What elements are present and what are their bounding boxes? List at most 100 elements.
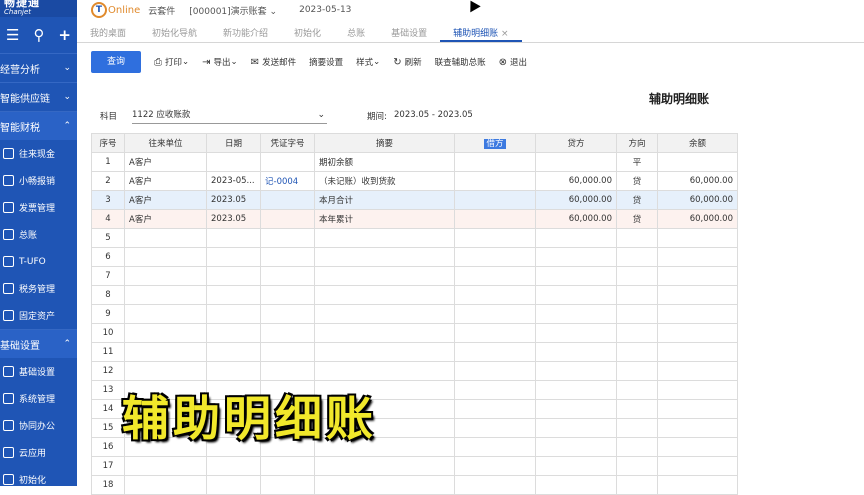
summary-settings-button[interactable]: 摘要设置 — [309, 56, 343, 68]
table-row[interactable]: 18 — [91, 475, 738, 495]
table-cell — [535, 399, 617, 419]
table-cell — [535, 342, 617, 362]
table-cell — [454, 456, 536, 476]
sidebar-item-setup[interactable]: 基础设置 — [0, 358, 77, 385]
table-cell — [657, 399, 738, 419]
sidebar-group-finance[interactable]: 智能财税 ⌃ — [0, 111, 77, 140]
sidebar-item-finance[interactable]: 发票管理 — [0, 194, 77, 221]
sidebar-group-setup[interactable]: 基础设置 ⌃ — [0, 329, 77, 358]
table-cell — [535, 247, 617, 267]
logo-cn: 畅捷通 — [4, 0, 40, 9]
query-button[interactable]: 查询 — [91, 51, 141, 73]
table-cell: 3 — [91, 190, 125, 210]
table-cell — [454, 437, 536, 457]
account-select[interactable]: [000001]演示账套 ⌄ — [189, 4, 277, 17]
column-header[interactable]: 序号 — [91, 133, 125, 153]
close-icon[interactable]: × — [498, 29, 509, 39]
table-row[interactable]: 9 — [91, 304, 738, 324]
chevron-down-icon: ⌄ — [317, 110, 325, 120]
tab-item[interactable]: 新功能介绍 — [210, 26, 281, 42]
table-row[interactable]: 12 — [91, 361, 738, 381]
menu-icon[interactable]: ☰ — [6, 26, 19, 44]
sidebar-item-finance[interactable]: 往来现金 — [0, 140, 77, 167]
sidebar-item-label: 税务管理 — [19, 285, 56, 295]
table-row[interactable]: 2 A客户 2023-05... 记-0004 （未记账）收到货款 60,000.00 贷 6… — [91, 171, 738, 191]
tab-item[interactable]: 初始化 — [281, 26, 334, 42]
table-row[interactable]: 7 — [91, 266, 738, 286]
table-cell: A客户 — [124, 209, 207, 229]
sidebar-item-setup[interactable]: 初始化 — [0, 466, 77, 486]
table-cell — [124, 456, 207, 476]
table-cell — [657, 285, 738, 305]
refresh-icon: ↻ — [393, 56, 402, 68]
table-row[interactable]: 4 A客户 2023.05 本年累计 60,000.00 贷 60,000.00 — [91, 209, 738, 229]
link-summary-button[interactable]: 联查辅助总账 — [435, 56, 486, 68]
column-header[interactable]: 方向 — [616, 133, 658, 153]
table-cell: 14 — [91, 399, 125, 419]
group-label: 基础设置 — [0, 340, 40, 352]
tab-item[interactable]: 辅助明细账 × — [440, 26, 522, 42]
column-header[interactable]: 借方 — [454, 133, 536, 153]
table-cell: 贷 — [616, 171, 658, 191]
print-button[interactable]: ⎙ 打印 ⌄ — [154, 56, 189, 69]
table-cell — [454, 152, 536, 172]
sidebar-group-analysis[interactable]: 经营分析 ⌄ — [0, 53, 77, 82]
table-cell: A客户 — [124, 171, 207, 191]
table-row[interactable]: 11 — [91, 342, 738, 362]
table-cell: 期初余额 — [314, 152, 455, 172]
tab-label: 初始化导航 — [152, 29, 198, 39]
menu-item-icon — [3, 366, 14, 377]
column-header[interactable]: 贷方 — [535, 133, 617, 153]
send-mail-button[interactable]: ✉ 发送邮件 — [251, 56, 296, 69]
table-cell — [454, 247, 536, 267]
table-cell — [454, 266, 536, 286]
search-icon[interactable]: ⚲ — [33, 26, 44, 44]
table-cell — [657, 380, 738, 400]
table-cell — [206, 304, 261, 324]
refresh-label: 刷新 — [404, 58, 422, 68]
table-row[interactable]: 1 A客户 期初余额 平 — [91, 152, 738, 172]
refresh-button[interactable]: ↻ 刷新 — [393, 56, 422, 69]
column-header[interactable]: 凭证字号 — [260, 133, 315, 153]
table-row[interactable]: 10 — [91, 323, 738, 343]
table-cell — [260, 323, 315, 343]
sidebar-item-finance[interactable]: 固定资产 — [0, 302, 77, 329]
table-cell — [260, 342, 315, 362]
sidebar-item-setup[interactable]: 云应用 — [0, 439, 77, 466]
table-row[interactable]: 8 — [91, 285, 738, 305]
exit-button[interactable]: ⊗ 退出 — [499, 56, 527, 69]
chevron-down-icon: ⌄ — [230, 57, 238, 67]
table-row[interactable]: 3 A客户 2023.05 本月合计 60,000.00 贷 60,000.00 — [91, 190, 738, 210]
table-cell — [535, 304, 617, 324]
export-button[interactable]: ⇥ 导出 ⌄ — [202, 56, 238, 69]
tab-label: 初始化 — [294, 29, 322, 39]
column-header[interactable]: 余额 — [657, 133, 738, 153]
tab-item[interactable]: 初始化导航 — [139, 26, 210, 42]
sidebar-group-supply[interactable]: 智能供应链 ⌄ — [0, 82, 77, 111]
sidebar-item-finance[interactable]: T-UFO — [0, 248, 77, 275]
sidebar-item-finance[interactable]: 总账 — [0, 221, 77, 248]
sidebar-item-finance[interactable]: 税务管理 — [0, 275, 77, 302]
sidebar-item-setup[interactable]: 系统管理 — [0, 385, 77, 412]
tab-item[interactable]: 基础设置 — [378, 26, 440, 42]
style-button[interactable]: 样式 ⌄ — [356, 56, 380, 68]
table-cell — [454, 361, 536, 381]
tab-item[interactable]: 我的桌面 — [77, 26, 139, 42]
table-cell — [616, 304, 658, 324]
column-header[interactable]: 日期 — [206, 133, 261, 153]
column-header[interactable]: 摘要 — [314, 133, 455, 153]
column-header[interactable]: 往来单位 — [124, 133, 207, 153]
subject-select[interactable]: 1122 应收账款 ⌄ — [132, 106, 327, 124]
add-icon[interactable]: + — [58, 26, 71, 44]
sidebar-item-finance[interactable]: 小畅报销 — [0, 167, 77, 194]
table-cell — [657, 437, 738, 457]
table-cell: 2023.05 — [206, 209, 261, 229]
table-row[interactable]: 6 — [91, 247, 738, 267]
table-cell — [206, 475, 261, 495]
tab-item[interactable]: 总账 — [334, 26, 378, 42]
table-row[interactable]: 17 — [91, 456, 738, 476]
table-cell: 6 — [91, 247, 125, 267]
table-cell — [206, 285, 261, 305]
sidebar-item-setup[interactable]: 协同办公 — [0, 412, 77, 439]
table-row[interactable]: 5 — [91, 228, 738, 248]
